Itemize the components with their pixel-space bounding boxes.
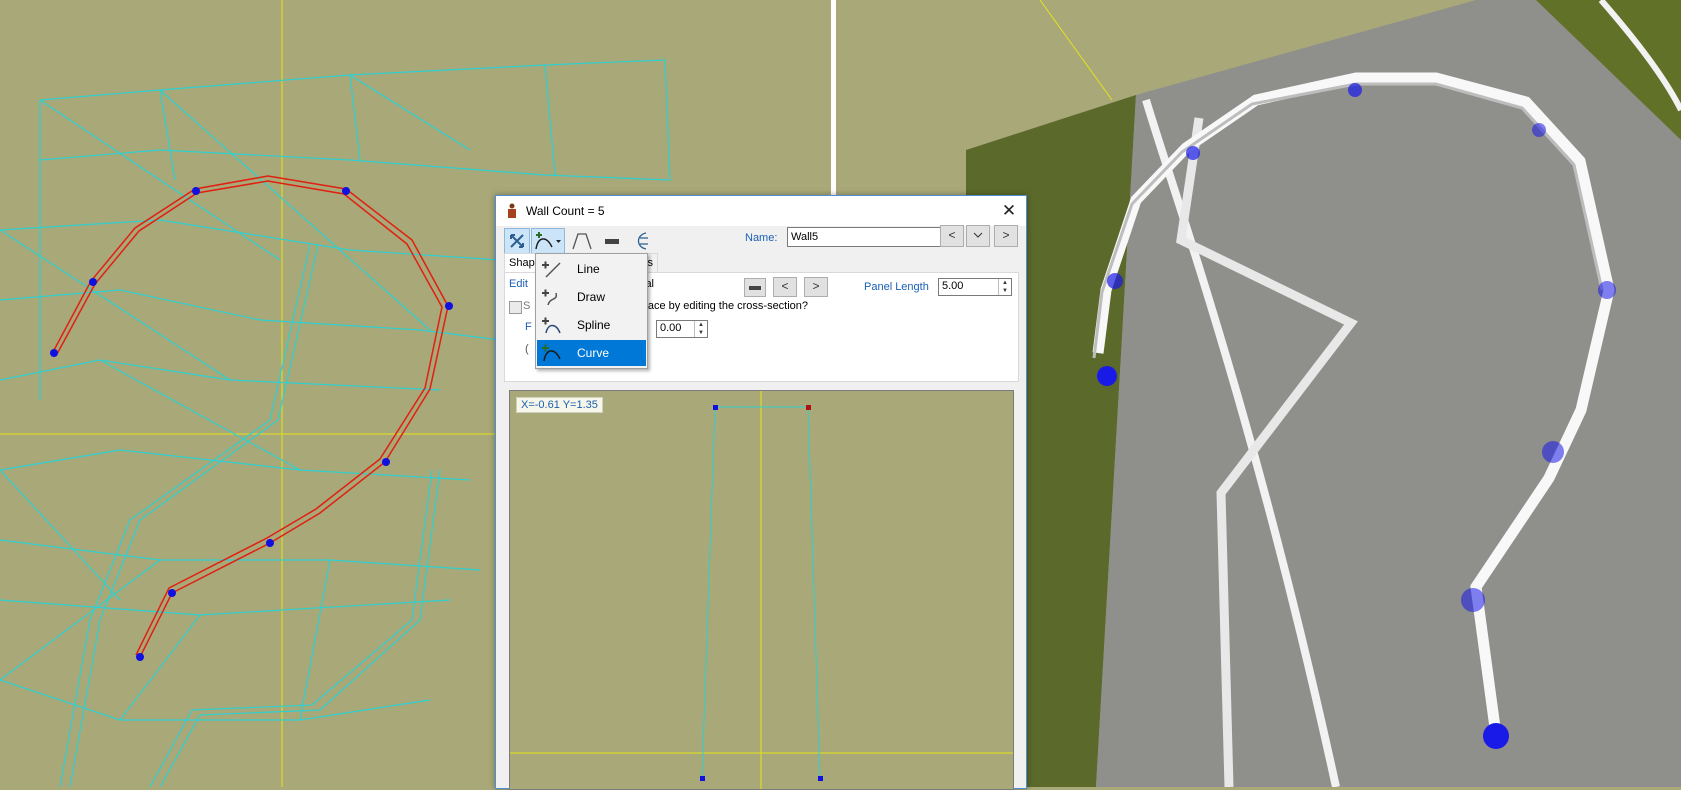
curve-tool-icon bbox=[535, 232, 561, 250]
name-field[interactable] bbox=[787, 227, 941, 247]
offset-input[interactable]: 0.00 ▲ ▼ bbox=[656, 320, 708, 338]
panel-icon bbox=[605, 239, 619, 244]
select-tool-button[interactable] bbox=[504, 228, 530, 254]
cross-section-button[interactable] bbox=[627, 228, 655, 254]
draw-tool-icon bbox=[542, 289, 558, 306]
spin-arrows-icon[interactable]: ▲ ▼ bbox=[998, 279, 1011, 295]
cross-section-preview[interactable]: X=-0.61 Y=1.35 bbox=[509, 390, 1014, 790]
panel-style-button[interactable] bbox=[744, 278, 766, 297]
edit-link[interactable]: Edit bbox=[509, 278, 528, 290]
draw-mode-menu: Line Draw Spline Curve bbox=[535, 253, 648, 369]
spline-tool-icon bbox=[542, 317, 561, 334]
coordinate-readout: X=-0.61 Y=1.35 bbox=[516, 397, 603, 413]
surface-checkbox[interactable] bbox=[509, 301, 522, 314]
prev-wall-button[interactable]: < bbox=[940, 225, 964, 247]
row-label: F bbox=[525, 321, 532, 333]
chevron-down-icon bbox=[973, 232, 983, 238]
panel-length-input[interactable]: 5.00 ▲ ▼ bbox=[938, 278, 1012, 296]
cross-section-point bbox=[818, 776, 823, 781]
profile-button[interactable] bbox=[568, 228, 596, 254]
axis-line bbox=[1039, 0, 1113, 101]
checkbox-label: S bbox=[523, 300, 531, 312]
road-surface bbox=[1096, 0, 1681, 787]
panel-style-icon bbox=[749, 286, 761, 290]
cross-section-icon bbox=[637, 232, 648, 250]
menu-item-curve[interactable]: Curve bbox=[537, 340, 646, 366]
wall-app-icon bbox=[508, 203, 516, 218]
profile-icon bbox=[572, 233, 592, 250]
spin-arrows-icon[interactable]: ▲ ▼ bbox=[694, 321, 707, 337]
select-tool-icon bbox=[510, 234, 524, 248]
cross-section-point-selected bbox=[806, 405, 811, 410]
panel-button[interactable] bbox=[599, 228, 625, 254]
menu-item-line[interactable]: Line bbox=[537, 256, 646, 282]
dialog-title: Wall Count = 5 bbox=[526, 204, 605, 218]
close-icon[interactable]: ✕ bbox=[992, 196, 1026, 226]
cross-section-point bbox=[713, 405, 718, 410]
prev-material-button[interactable]: < bbox=[773, 277, 797, 297]
next-material-button[interactable]: > bbox=[804, 277, 828, 297]
cross-section-canvas bbox=[510, 391, 1013, 789]
curve-tool-icon bbox=[542, 344, 561, 362]
line-tool-icon bbox=[542, 261, 561, 278]
radio-option[interactable]: ( bbox=[525, 343, 529, 355]
surface-question: urface by editing the cross-section? bbox=[635, 300, 809, 312]
wall-list-dropdown[interactable] bbox=[966, 225, 990, 247]
curve-tool-button[interactable] bbox=[531, 228, 565, 254]
cross-section-point bbox=[700, 776, 705, 781]
wall-path bbox=[52, 175, 449, 658]
menu-item-draw[interactable]: Draw bbox=[537, 284, 646, 310]
next-wall-button[interactable]: > bbox=[994, 225, 1018, 247]
panel-length-label: Panel Length bbox=[864, 281, 929, 293]
name-label: Name: bbox=[745, 232, 778, 244]
menu-item-spline[interactable]: Spline bbox=[537, 312, 646, 338]
dialog-titlebar[interactable]: Wall Count = 5 ✕ bbox=[496, 196, 1026, 226]
